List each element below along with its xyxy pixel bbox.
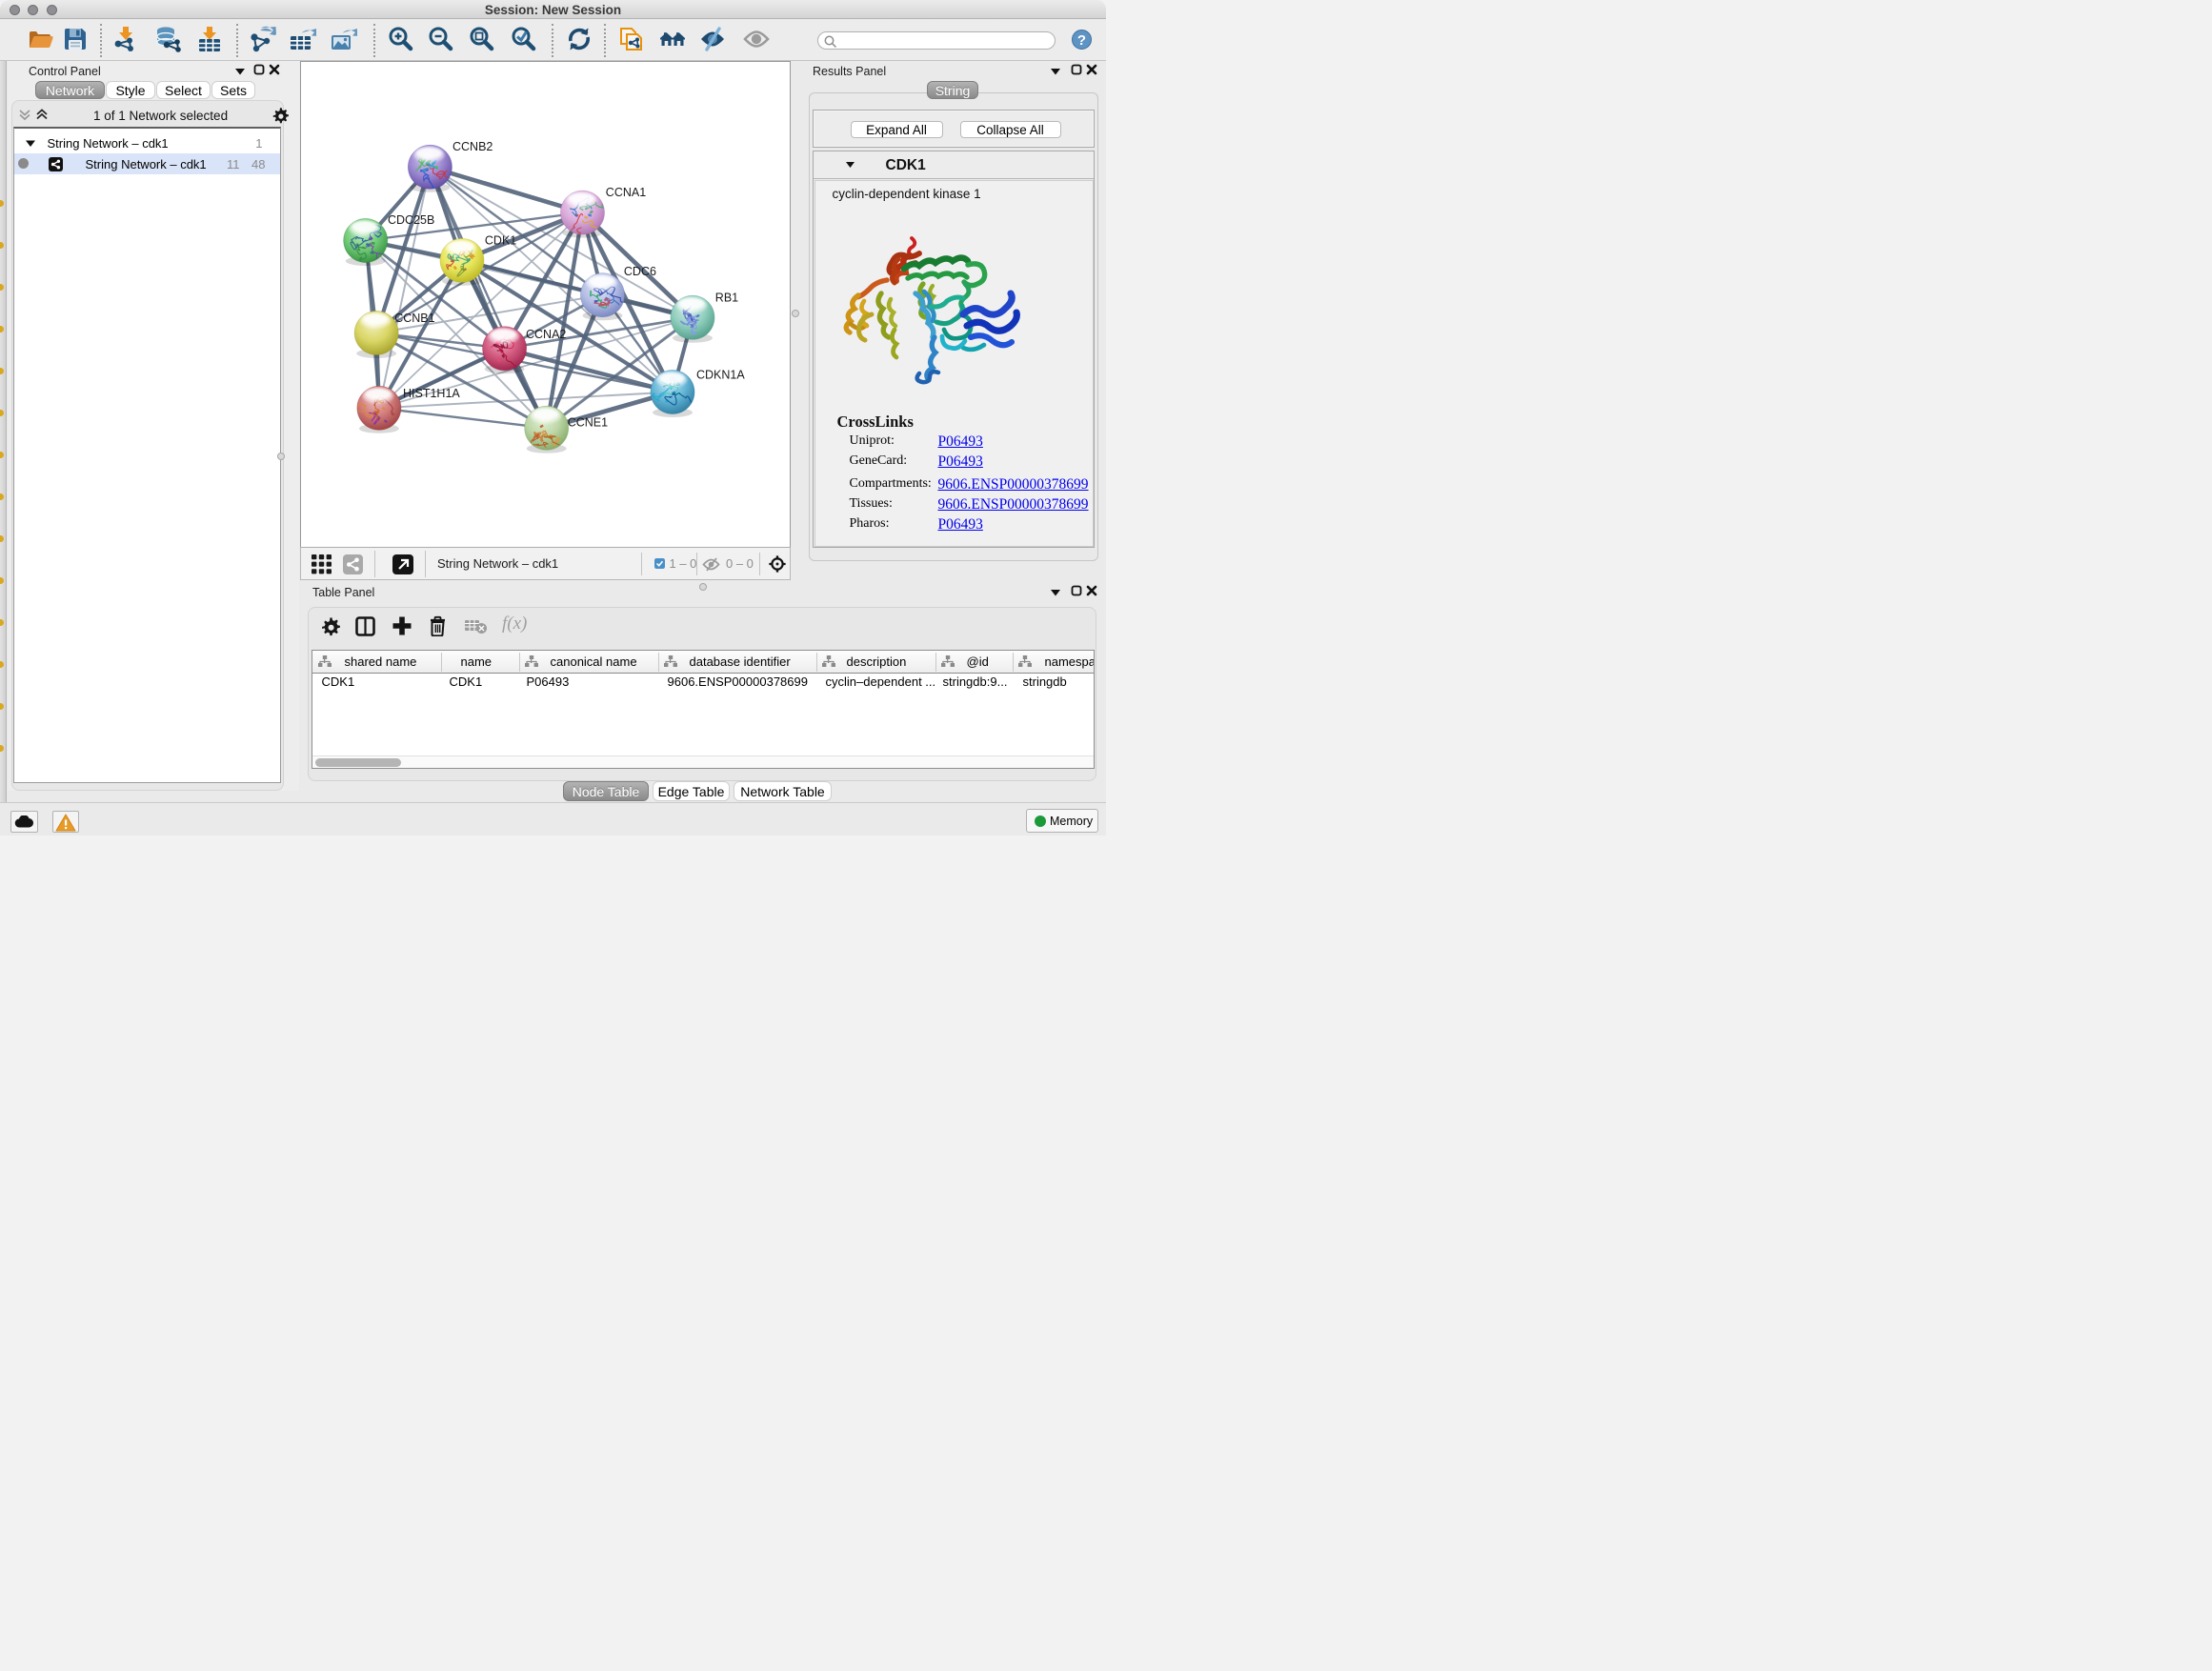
svg-text:CCNA2: CCNA2 xyxy=(526,328,566,341)
svg-text:HIST1H1A: HIST1H1A xyxy=(403,387,460,400)
svg-text:CCNE1: CCNE1 xyxy=(568,415,608,429)
svg-text:CCNB1: CCNB1 xyxy=(394,312,434,325)
svg-text:CDC6: CDC6 xyxy=(624,264,656,277)
svg-text:CDKN1A: CDKN1A xyxy=(696,368,745,381)
svg-text:CCNA1: CCNA1 xyxy=(606,186,646,199)
svg-text:CDC25B: CDC25B xyxy=(388,213,434,227)
svg-text:RB1: RB1 xyxy=(715,291,738,304)
svg-text:CDK1: CDK1 xyxy=(485,233,516,247)
svg-text:CCNB2: CCNB2 xyxy=(452,140,493,153)
